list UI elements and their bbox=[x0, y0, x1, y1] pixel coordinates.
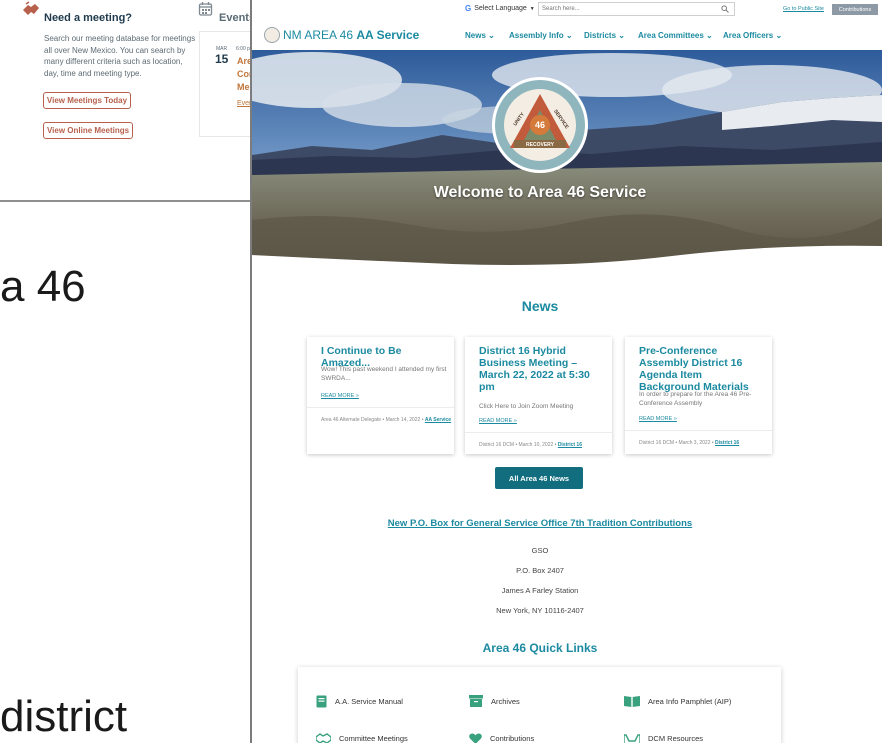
category-link[interactable]: District 16 bbox=[558, 442, 582, 448]
hero-banner: 46 NM RECOVERY UNITY SERVICE bbox=[252, 50, 882, 272]
large-text-fragment: a 46 bbox=[0, 262, 86, 311]
news-heading: News bbox=[521, 298, 559, 314]
search-button[interactable] bbox=[716, 3, 734, 15]
area46-website-window: G Select Language ▼ Search here... Go to… bbox=[252, 0, 882, 743]
search-input[interactable]: Search here... bbox=[538, 2, 735, 16]
nav-area-committees[interactable]: Area Committees ⌄ bbox=[638, 31, 713, 40]
all-news-button[interactable]: All Area 46 News bbox=[495, 467, 583, 489]
hands-icon bbox=[624, 734, 640, 743]
category-link[interactable]: AA Service bbox=[425, 417, 451, 423]
hero-title: Welcome to Area 46 Service bbox=[433, 184, 647, 201]
address-line: GSO bbox=[531, 546, 549, 555]
logo-bold: AA Service bbox=[356, 28, 420, 42]
meeting-description: Search our meeting database for meetings… bbox=[44, 34, 196, 78]
quick-links-heading: Area 46 Quick Links bbox=[482, 641, 598, 655]
news-card-excerpt: Wow! This past weekend I attended my fir… bbox=[321, 366, 447, 382]
nav-area-officers[interactable]: Area Officers ⌄ bbox=[723, 31, 782, 40]
event-time: 6:00 p bbox=[236, 46, 250, 52]
address-line: P.O. Box 2407 bbox=[516, 566, 564, 575]
archive-icon bbox=[469, 695, 483, 707]
view-meetings-today-button[interactable]: View Meetings Today bbox=[43, 92, 131, 109]
card-divider bbox=[465, 432, 612, 433]
book-icon bbox=[316, 695, 327, 708]
quick-link-contributions[interactable]: Contributions bbox=[469, 733, 534, 743]
card-divider bbox=[307, 407, 454, 408]
open-book-icon bbox=[624, 696, 640, 707]
logo-prefix: NM AREA 46 bbox=[283, 28, 354, 42]
news-card[interactable]: I Continue to Be Amazed... Wow! This pas… bbox=[307, 337, 454, 454]
quick-link-archives[interactable]: Archives bbox=[469, 695, 520, 707]
category-link[interactable]: District 16 bbox=[715, 440, 739, 446]
utility-bar: G Select Language ▼ Search here... Go to… bbox=[252, 0, 882, 20]
news-card-title[interactable]: Pre-Conference Assembly District 16 Agen… bbox=[639, 345, 763, 393]
handshake-icon bbox=[23, 1, 39, 15]
language-label: Select Language bbox=[474, 5, 527, 12]
news-card-meta: District 16 DCM • March 3, 2022 • Distri… bbox=[639, 440, 740, 446]
heart-icon bbox=[469, 733, 482, 743]
window-divider bbox=[0, 200, 252, 202]
news-card-excerpt: In order to prepare for the Area 46 Pre-… bbox=[639, 391, 752, 407]
nav-assembly-info[interactable]: Assembly Info ⌄ bbox=[509, 31, 573, 40]
quick-link-committee-meetings[interactable]: Committee Meetings bbox=[316, 733, 408, 743]
news-card-meta: District 16 DCM • March 10, 2022 • Distr… bbox=[479, 442, 582, 448]
event-card[interactable]: MAR 6:00 p 15 Are Con Me Even bbox=[199, 31, 255, 137]
google-translate-icon: G bbox=[465, 4, 472, 13]
handshake-icon bbox=[316, 733, 331, 743]
quick-links-panel: A.A. Service Manual Archives Area Info P… bbox=[298, 667, 781, 743]
read-more-link[interactable]: READ MORE » bbox=[639, 416, 677, 422]
po-box-announcement-link[interactable]: New P.O. Box for General Service Office … bbox=[252, 518, 828, 529]
address-line: New York, NY 10116-2407 bbox=[496, 606, 584, 615]
news-card[interactable]: Pre-Conference Assembly District 16 Agen… bbox=[625, 337, 772, 454]
calendar-icon bbox=[198, 2, 213, 16]
logo-seal-icon[interactable] bbox=[264, 27, 280, 43]
nav-news[interactable]: News ⌄ bbox=[465, 31, 495, 40]
read-more-link[interactable]: READ MORE » bbox=[479, 418, 517, 424]
quick-link-dcm-resources[interactable]: DCM Resources bbox=[624, 733, 703, 743]
event-day: 15 bbox=[215, 52, 229, 66]
chevron-down-icon: ▼ bbox=[529, 5, 535, 12]
area46-seal: 46 NM RECOVERY UNITY SERVICE bbox=[492, 77, 588, 173]
address-line: James A Farley Station bbox=[501, 586, 579, 595]
news-card-meta: Area 46 Alternate Delegate • March 14, 2… bbox=[321, 417, 452, 423]
background-page-header: Need a meeting? Search our meeting datab… bbox=[0, 0, 255, 203]
meeting-heading: Need a meeting? bbox=[44, 12, 133, 24]
news-card-title[interactable]: District 16 Hybrid Business Meeting – Ma… bbox=[479, 345, 603, 393]
landscape-image: 46 NM RECOVERY UNITY SERVICE bbox=[252, 50, 882, 272]
event-title-line[interactable]: Me bbox=[237, 82, 250, 92]
card-divider bbox=[625, 430, 772, 431]
site-logo[interactable]: NM AREA 46 AA Service bbox=[283, 28, 419, 42]
news-card-excerpt: Click Here to Join Zoom Meeting bbox=[479, 403, 574, 410]
read-more-link[interactable]: READ MORE » bbox=[321, 393, 359, 399]
language-selector[interactable]: G Select Language ▼ bbox=[465, 4, 535, 13]
svg-text:RECOVERY: RECOVERY bbox=[526, 142, 555, 148]
quick-link-service-manual[interactable]: A.A. Service Manual bbox=[316, 695, 403, 708]
svg-text:46: 46 bbox=[535, 120, 545, 130]
public-site-link[interactable]: Go to Public Site bbox=[783, 6, 824, 12]
view-online-meetings-button[interactable]: View Online Meetings bbox=[43, 122, 133, 139]
contributions-button[interactable]: Contributions bbox=[832, 4, 878, 15]
nav-districts[interactable]: Districts ⌄ bbox=[584, 31, 625, 40]
search-icon bbox=[721, 5, 729, 13]
main-navigation: NM AREA 46 AA Service News ⌄ Assembly In… bbox=[252, 20, 882, 50]
quick-link-area-info-pamphlet[interactable]: Area Info Pamphlet (AIP) bbox=[624, 695, 731, 707]
news-card[interactable]: District 16 Hybrid Business Meeting – Ma… bbox=[465, 337, 612, 454]
large-text-fragment: district bbox=[0, 692, 128, 741]
